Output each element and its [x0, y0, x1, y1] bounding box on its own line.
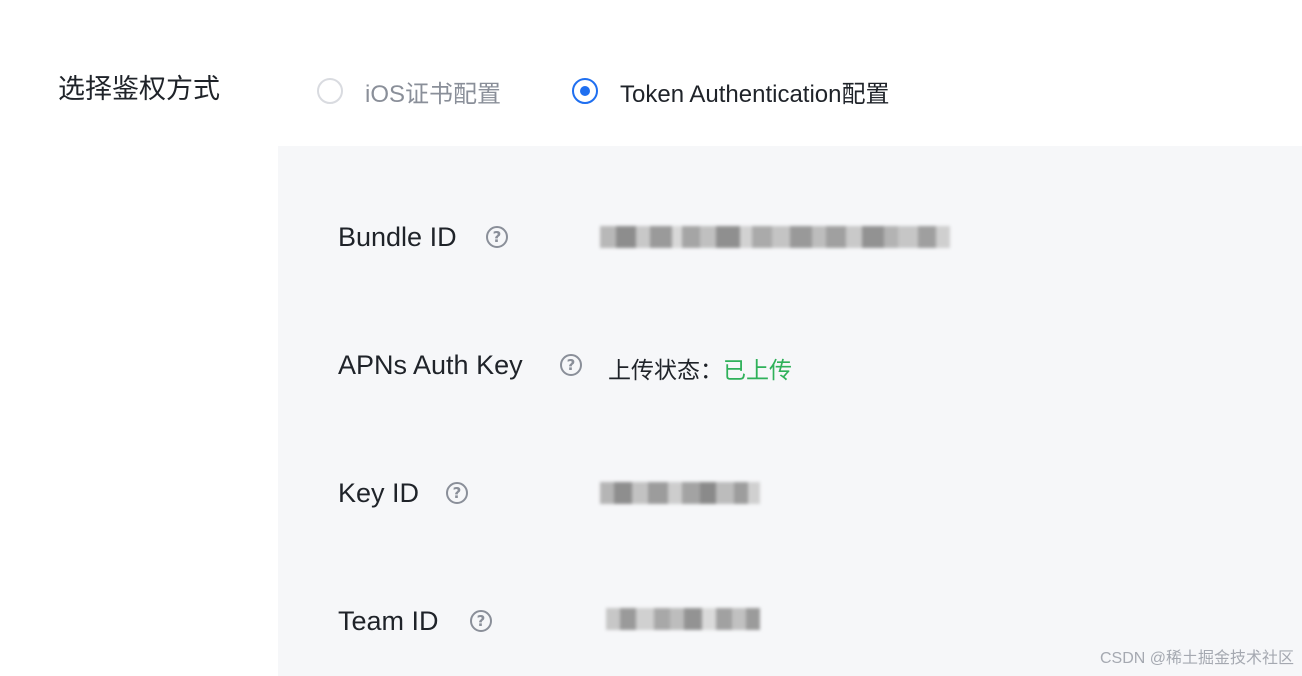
- bundle-id-value-redacted: [600, 226, 950, 248]
- question-circle-icon[interactable]: ?: [470, 610, 492, 632]
- radio-ios-certificate-label[interactable]: iOS证书配置: [365, 74, 501, 109]
- apns-auth-key-label: APNs Auth Key: [338, 350, 523, 380]
- radio-token-authentication-label[interactable]: Token Authentication配置: [620, 74, 890, 109]
- radio-ios-certificate[interactable]: iOS证书配置: [317, 74, 501, 108]
- question-circle-icon[interactable]: ?: [560, 354, 582, 376]
- upload-status: 上传状态：已上传: [608, 351, 792, 385]
- watermark: CSDN @稀土掘金技术社区: [1099, 650, 1294, 667]
- key-id-value-redacted: [600, 482, 760, 504]
- bundle-id-label: Bundle ID: [338, 222, 457, 252]
- team-id-label: Team ID: [338, 606, 439, 636]
- upload-status-value: 已上传: [723, 358, 792, 384]
- upload-status-label: 上传状态：: [608, 358, 723, 384]
- key-id-label: Key ID: [338, 478, 420, 508]
- auth-method-label: 选择鉴权方式: [58, 74, 220, 105]
- team-id-value-redacted: [606, 608, 760, 630]
- radio-token-authentication[interactable]: Token Authentication配置: [572, 74, 890, 108]
- question-circle-icon[interactable]: ?: [486, 226, 508, 248]
- radio-checked-icon[interactable]: [572, 78, 598, 104]
- question-circle-icon[interactable]: ?: [446, 482, 468, 504]
- radio-circle-icon[interactable]: [317, 78, 343, 104]
- token-config-panel: Bundle ID ? APNs Auth Key ? 上传状态：已上传 Key…: [278, 146, 1302, 676]
- push-config-screen: 选择鉴权方式 iOS证书配置 Token Authentication配置 Bu…: [0, 0, 1302, 676]
